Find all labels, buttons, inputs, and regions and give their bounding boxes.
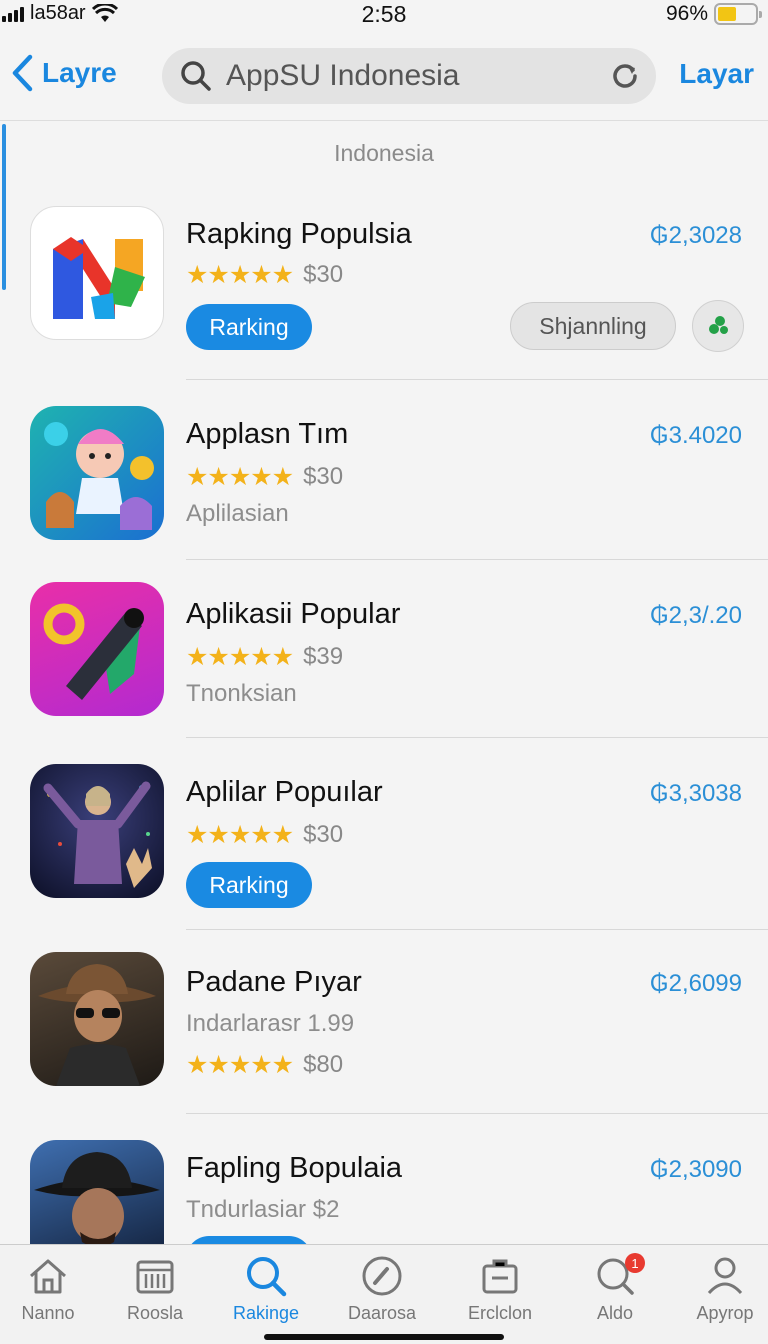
app-cost: $30	[303, 463, 344, 490]
list-item[interactable]: Padane Pıyar ₲2,6099 Indarlarasr 1.99 ★★…	[0, 930, 768, 1114]
app-icon	[30, 582, 164, 716]
app-price: ₲3,3038	[649, 780, 742, 807]
search-icon	[247, 1257, 287, 1297]
tab-label: Erclclon	[467, 1303, 533, 1323]
tab-label: Nanno	[21, 1303, 75, 1323]
list-item[interactable]: Aplikasii Popular ₲2,3/.20 ★★★★★ $39 Tno…	[0, 560, 768, 738]
app-icon	[30, 764, 164, 898]
search-field[interactable]: AppSU Indonesia	[162, 48, 656, 104]
rating: ★★★★★ $30	[186, 462, 343, 492]
star-rating: ★★★★★	[186, 1051, 294, 1079]
status-right: 96%	[665, 2, 762, 26]
app-icon	[30, 206, 164, 340]
notification-badge: 1	[625, 1253, 645, 1273]
header-divider	[0, 120, 768, 121]
star-rating: ★★★★★	[186, 643, 294, 671]
leaf-icon	[709, 316, 728, 334]
rating: ★★★★★ $80	[186, 1050, 343, 1080]
home-icon	[30, 1259, 66, 1294]
tab-aldo[interactable]: 1 Aldo	[563, 1253, 667, 1324]
home-indicator[interactable]	[264, 1334, 504, 1340]
list-item[interactable]: Rapking Populsia ₲2,3028 ★★★★★ $30 Rarki…	[0, 196, 768, 380]
app-title[interactable]: Applasn Tım	[186, 418, 348, 451]
nav-right-button[interactable]: Layar	[679, 58, 754, 90]
tab-erclclon[interactable]: Erclclon	[448, 1253, 552, 1324]
ranking-button[interactable]: Rarking	[186, 304, 312, 350]
calendar-icon	[136, 1260, 174, 1294]
tab-apyrop[interactable]: Apyrop	[673, 1253, 768, 1324]
app-price: ₲2,3/.20	[649, 602, 742, 629]
region-label: Indonesia	[334, 140, 434, 166]
secondary-button[interactable]: Shjannling	[510, 302, 676, 350]
tab-label: Aldo	[596, 1303, 634, 1323]
app-cost: $30	[303, 261, 344, 288]
star-rating: ★★★★★	[186, 463, 294, 491]
briefcase-icon	[482, 1259, 518, 1294]
app-cost: $39	[303, 643, 344, 670]
app-price: ₲2,6099	[649, 970, 742, 997]
app-subtitle: Tnonksian	[186, 680, 297, 707]
app-title[interactable]: Padane Pıyar	[186, 966, 362, 999]
battery-percent: 96%	[665, 2, 708, 25]
app-title[interactable]: Rapking Populsia	[186, 218, 412, 251]
person-icon	[707, 1257, 743, 1295]
clock: 2:58	[361, 1, 407, 27]
search-icon	[181, 61, 211, 91]
rating: ★★★★★ $30	[186, 820, 343, 850]
tab-label: Apyrop	[696, 1303, 754, 1323]
chevron-left-icon	[12, 54, 33, 92]
rating: ★★★★★ $30	[186, 260, 343, 290]
star-rating: ★★★★★	[186, 261, 294, 289]
tab-rakinge[interactable]: Rakinge	[214, 1253, 318, 1324]
list-item[interactable]: Applasn Tım ₲3.4020 ★★★★★ $30 Aplilasian	[0, 380, 768, 560]
app-title[interactable]: Aplilar Popuılar	[186, 776, 383, 809]
app-subtitle: Indarlarasr 1.99	[186, 1010, 355, 1037]
list-item[interactable]: Fapling Bopulaia ₲2,3090 Tndurlasiar $2	[0, 1114, 768, 1244]
app-title[interactable]: Fapling Bopulaia	[186, 1152, 402, 1185]
refresh-icon[interactable]	[610, 61, 640, 91]
status-bar: la58ar 2:58 96%	[0, 0, 768, 30]
rating: ★★★★★ $39	[186, 642, 343, 672]
action-button[interactable]	[692, 300, 744, 352]
search-query: AppSU Indonesia	[226, 59, 460, 92]
tab-bar: Nanno Roosla Rakinge Daarosa Erclclon 1 …	[0, 1244, 768, 1344]
app-subtitle: Aplilasian	[186, 500, 289, 527]
app-icon	[30, 1140, 164, 1244]
tab-label: Daarosa	[347, 1303, 417, 1323]
tab-label: Roosla	[126, 1303, 184, 1323]
back-label: Layre	[42, 57, 117, 88]
app-price: ₲3.4020	[649, 422, 742, 449]
tab-home[interactable]: Nanno	[0, 1253, 100, 1324]
app-icon	[30, 952, 164, 1086]
tab-label: Rakinge	[232, 1303, 300, 1323]
compass-icon	[362, 1256, 402, 1296]
back-button[interactable]: Layre	[10, 54, 117, 92]
app-icon	[30, 406, 164, 540]
app-cost: $30	[303, 821, 344, 848]
battery-icon	[714, 3, 762, 25]
ranking-button[interactable]: Rarking	[186, 862, 312, 908]
list-item[interactable]: Aplilar Popuılar ₲3,3038 ★★★★★ $30 Rarki…	[0, 738, 768, 930]
app-subtitle: Tndurlasiar $2	[186, 1196, 340, 1223]
app-title[interactable]: Aplikasii Popular	[186, 598, 400, 631]
app-cost: $80	[303, 1051, 344, 1078]
star-rating: ★★★★★	[186, 821, 294, 849]
ranking-button[interactable]	[186, 1236, 312, 1244]
tab-roosla[interactable]: Roosla	[103, 1253, 207, 1324]
tab-daarosa[interactable]: Daarosa	[330, 1253, 434, 1324]
app-price: ₲2,3028	[649, 222, 742, 249]
app-price: ₲2,3090	[649, 1156, 742, 1183]
navigation-bar: Layre AppSU Indonesia Layar	[0, 40, 768, 114]
